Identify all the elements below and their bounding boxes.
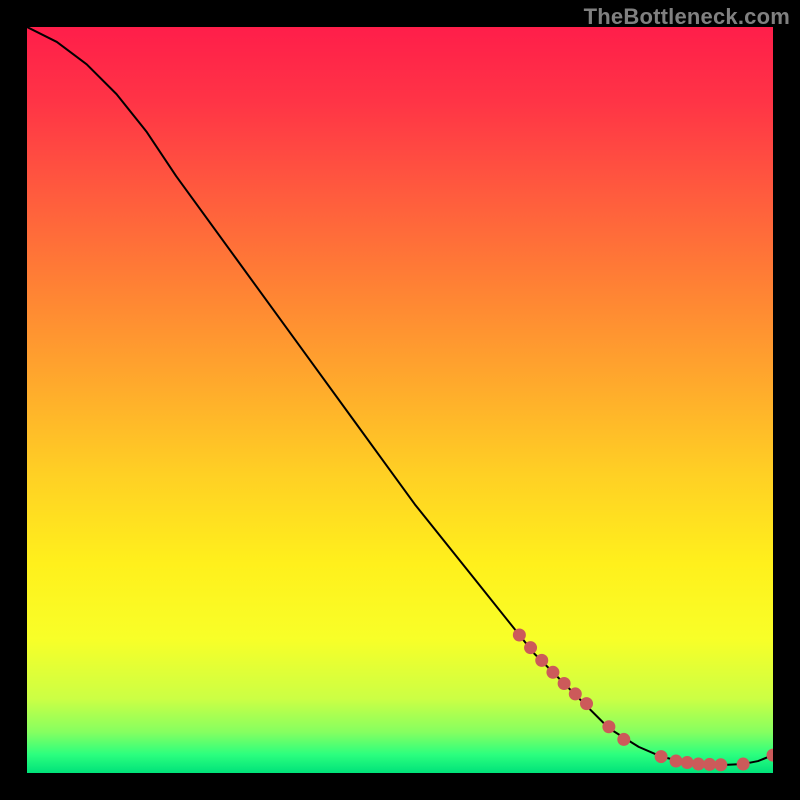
data-marker bbox=[670, 755, 683, 768]
data-marker bbox=[513, 628, 526, 641]
plot-svg bbox=[27, 27, 773, 773]
data-marker bbox=[714, 758, 727, 771]
data-marker bbox=[524, 641, 537, 654]
data-marker bbox=[681, 756, 694, 769]
plot-area bbox=[27, 27, 773, 773]
data-marker bbox=[535, 654, 548, 667]
chart-frame: TheBottleneck.com bbox=[0, 0, 800, 800]
watermark-label: TheBottleneck.com bbox=[584, 4, 790, 30]
data-marker bbox=[692, 758, 705, 771]
data-marker bbox=[655, 750, 668, 763]
data-marker bbox=[580, 697, 593, 710]
data-marker bbox=[737, 758, 750, 771]
data-marker bbox=[546, 666, 559, 679]
data-marker bbox=[558, 677, 571, 690]
data-marker bbox=[703, 758, 716, 771]
data-marker bbox=[617, 733, 630, 746]
gradient-background bbox=[27, 27, 773, 773]
data-marker bbox=[602, 720, 615, 733]
data-marker bbox=[569, 687, 582, 700]
